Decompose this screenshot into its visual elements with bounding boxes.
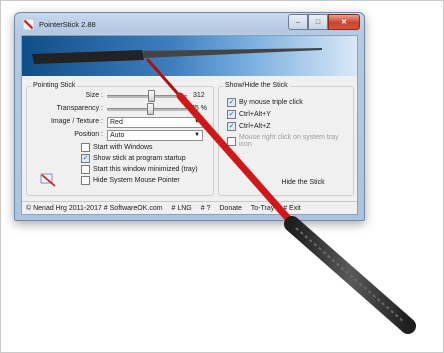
checkbox-box-checked[interactable]: ✓ — [227, 122, 236, 131]
exit-link[interactable]: # Exit — [283, 205, 301, 212]
image-texture-label: Image / Texture : — [50, 118, 103, 125]
checkbox-box[interactable] — [81, 176, 90, 185]
chevron-down-icon: ▼ — [194, 119, 200, 125]
caption-buttons: – □ ✕ — [288, 14, 360, 30]
hide-pointer-checkbox[interactable]: Hide System Mouse Pointer — [81, 176, 180, 185]
tray-click-checkbox[interactable]: Mouse right click on system tray icon — [227, 134, 353, 148]
hide-pointer-label: Hide System Mouse Pointer — [93, 177, 180, 184]
size-label: Size : — [85, 92, 103, 99]
size-slider-thumb[interactable] — [148, 90, 155, 102]
ctrl-alt-y-label: Ctrl+Alt+Y — [239, 111, 271, 118]
app-icon — [23, 19, 34, 30]
image-texture-value: Red — [110, 119, 123, 126]
window-title: PointerStick 2.88 — [39, 20, 96, 29]
app-window: PointerStick 2.88 – □ ✕ Pointing Stick S… — [14, 12, 365, 221]
size-slider[interactable] — [107, 95, 187, 98]
triple-click-label: By mouse triple click — [239, 99, 303, 106]
image-texture-select[interactable]: Red ▼ — [107, 117, 203, 128]
ctrl-alt-z-label: Ctrl+Alt+Z — [239, 123, 271, 130]
tray-click-label: Mouse right click on system tray icon — [238, 134, 339, 148]
triple-click-checkbox[interactable]: ✓ By mouse triple click — [227, 98, 303, 107]
hide-stick-button[interactable]: Hide the Stick — [268, 176, 338, 190]
checkbox-box[interactable] — [81, 143, 90, 152]
maximize-button[interactable]: □ — [308, 14, 328, 30]
footer-bar: © Nenad Hrg 2011-2017 # SoftwareOK.com #… — [22, 201, 357, 216]
transparency-label: Transparency : — [56, 105, 103, 112]
client-area: Pointing Stick Size : 312 Transparency :… — [21, 35, 358, 215]
desktop-stick-icon — [40, 173, 56, 187]
checkbox-box[interactable] — [227, 136, 236, 146]
show-stick-checkbox[interactable]: ✓ Show stick at program startup — [81, 154, 186, 163]
start-windows-label: Start with Windows — [93, 144, 153, 151]
donate-link[interactable]: Donate — [219, 205, 242, 212]
show-hide-group-label: Show/Hide the Stick — [223, 82, 290, 89]
checkbox-box[interactable] — [81, 165, 90, 174]
help-link[interactable]: # ? — [201, 205, 211, 212]
position-value: Auto — [110, 132, 125, 139]
checkbox-box-checked[interactable]: ✓ — [81, 154, 90, 163]
checkbox-box-checked[interactable]: ✓ — [227, 98, 236, 107]
language-link[interactable]: # LNG — [172, 205, 192, 212]
banner-stick-icon — [32, 48, 322, 64]
position-select[interactable]: Auto ▼ — [107, 130, 203, 141]
banner-image — [22, 36, 357, 76]
close-button[interactable]: ✕ — [328, 14, 360, 30]
checkbox-box-checked[interactable]: ✓ — [227, 110, 236, 119]
to-tray-link[interactable]: To-Tray — [251, 205, 274, 212]
ctrl-alt-z-checkbox[interactable]: ✓ Ctrl+Alt+Z — [227, 122, 271, 131]
title-bar[interactable]: PointerStick 2.88 – □ ✕ — [15, 13, 364, 35]
show-stick-label: Show stick at program startup — [93, 155, 186, 162]
transparency-value: 25 % — [191, 105, 207, 112]
ctrl-alt-y-checkbox[interactable]: ✓ Ctrl+Alt+Y — [227, 110, 271, 119]
start-minimized-label: Start this window minimized (tray) — [93, 166, 198, 173]
copyright-link[interactable]: © Nenad Hrg 2011-2017 # SoftwareOK.com — [26, 205, 163, 212]
position-label: Position : — [74, 131, 103, 138]
pointing-stick-group-label: Pointing Stick — [31, 82, 78, 89]
start-windows-checkbox[interactable]: Start with Windows — [81, 143, 153, 152]
start-minimized-checkbox[interactable]: Start this window minimized (tray) — [81, 165, 198, 174]
minimize-button[interactable]: – — [288, 14, 308, 30]
chevron-down-icon: ▼ — [194, 132, 200, 138]
transparency-slider-thumb[interactable] — [147, 103, 154, 115]
size-value: 312 — [193, 92, 205, 99]
